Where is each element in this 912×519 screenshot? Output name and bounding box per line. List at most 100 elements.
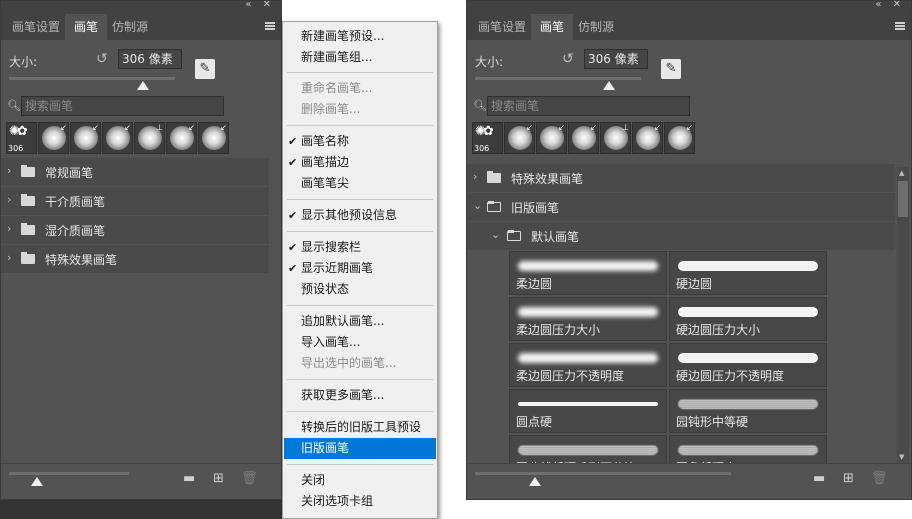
tab-bar: 画笔设置 画笔 仿制源 bbox=[1, 12, 281, 40]
chevron-right-icon[interactable]: › bbox=[7, 164, 11, 177]
preview-size-slider-track[interactable] bbox=[9, 472, 129, 475]
menu-item-legacy-brushes[interactable]: 旧版画笔 bbox=[284, 438, 436, 459]
recent-brush[interactable]: ↙ bbox=[568, 122, 599, 154]
chevron-right-icon[interactable]: › bbox=[7, 251, 11, 264]
search-input[interactable] bbox=[21, 96, 224, 116]
new-brush-icon[interactable]: ⊞ bbox=[843, 471, 854, 486]
scrollbar-thumb[interactable] bbox=[898, 181, 908, 217]
menu-item-label: 新建画笔组... bbox=[301, 50, 373, 64]
tab-brush-settings[interactable]: 画笔设置 bbox=[469, 14, 535, 40]
brush-tile[interactable]: 硬边圆 bbox=[669, 251, 827, 295]
brush-tile[interactable]: 圆点硬 bbox=[509, 389, 667, 433]
recent-brush[interactable]: ↙ bbox=[166, 122, 197, 154]
trash-icon[interactable]: 🗑︎ bbox=[241, 471, 258, 486]
reset-size-icon[interactable]: ↺ bbox=[562, 51, 574, 67]
menu-item-label: 画笔笔尖 bbox=[301, 176, 350, 190]
size-slider-track[interactable] bbox=[475, 77, 641, 80]
brush-group-row[interactable]: › 常规画笔 bbox=[1, 158, 269, 186]
size-input[interactable]: 306 像素 bbox=[584, 49, 648, 69]
recent-brush[interactable]: ↙ bbox=[632, 122, 663, 154]
brush-subgroup-row[interactable]: ⌄ 默认画笔 bbox=[467, 222, 895, 250]
tab-brush[interactable]: 画笔 bbox=[531, 14, 574, 40]
hard-stroke-preview bbox=[678, 353, 818, 363]
menu-item-preset-status[interactable]: 预设状态 bbox=[284, 279, 436, 300]
menu-item-import-brushes[interactable]: 导入画笔... bbox=[284, 332, 436, 353]
menu-item-new-brush-preset[interactable]: 新建画笔预设... bbox=[284, 26, 436, 47]
tab-clone-source[interactable]: 仿制源 bbox=[103, 14, 157, 40]
recent-brushes: ✺✿ 306 ↙ ↙ ↙ ⊥ ↙ ↙ bbox=[472, 122, 695, 154]
left-panel-underlay bbox=[0, 500, 282, 519]
menu-item-new-brush-group[interactable]: 新建画笔组... bbox=[284, 47, 436, 68]
search-input[interactable] bbox=[487, 96, 690, 116]
recent-brush[interactable]: ↙ bbox=[504, 122, 535, 154]
chevron-right-icon[interactable]: › bbox=[473, 170, 477, 183]
recent-brush-splatter[interactable]: ✺✿ 306 bbox=[6, 122, 37, 154]
chevron-down-icon[interactable]: ⌄ bbox=[491, 228, 500, 241]
brush-tile[interactable]: 园钝形中等硬 bbox=[669, 389, 827, 433]
brush-tile[interactable]: 柔边圆压力不透明度 bbox=[509, 343, 667, 387]
brush-settings-edit-button[interactable]: ✎ bbox=[195, 59, 215, 79]
recent-brush[interactable]: ↙ bbox=[102, 122, 133, 154]
menu-item-close[interactable]: 关闭 bbox=[284, 470, 436, 491]
size-input[interactable]: 306 像素 bbox=[118, 49, 182, 69]
brush-tile[interactable]: 硬边圆压力不透明度 bbox=[669, 343, 827, 387]
size-slider-track[interactable] bbox=[9, 77, 175, 80]
brush-group-row[interactable]: › 干介质画笔 bbox=[1, 187, 269, 215]
new-brush-icon[interactable]: ⊞ bbox=[213, 471, 224, 486]
scroll-down-icon[interactable]: ▼ bbox=[899, 453, 904, 461]
preview-size-slider-thumb[interactable] bbox=[31, 477, 43, 486]
menu-item-show-search-bar[interactable]: ✔ 显示搜索栏 bbox=[284, 237, 436, 258]
brush-group-row[interactable]: ⌄ 旧版画笔 bbox=[467, 193, 895, 221]
trash-icon[interactable]: 🗑︎ bbox=[871, 471, 888, 486]
vertical-scrollbar[interactable]: ▲ ▼ bbox=[897, 167, 909, 463]
menu-item-show-recent-brushes[interactable]: ✔ 显示近期画笔 bbox=[284, 258, 436, 279]
preview-size-slider-thumb[interactable] bbox=[529, 477, 541, 486]
recent-brush[interactable]: ⊥ bbox=[600, 122, 631, 154]
recent-brush[interactable]: ↙ bbox=[70, 122, 101, 154]
chevron-right-icon[interactable]: › bbox=[7, 193, 11, 206]
brush-group-row[interactable]: › 特殊效果画笔 bbox=[1, 245, 269, 273]
brush-group-list: › 特殊效果画笔 ⌄ 旧版画笔 ⌄ 默认画笔 bbox=[467, 164, 895, 251]
brush-tile[interactable]: 硬边圆压力大小 bbox=[669, 297, 827, 341]
menu-item-brush-stroke[interactable]: ✔ 画笔描边 bbox=[284, 152, 436, 173]
brush-group-label: 特殊效果画笔 bbox=[511, 172, 584, 186]
menu-item-brush-tip[interactable]: 画笔笔尖 bbox=[284, 173, 436, 194]
brush-tile[interactable]: 柔边圆压力大小 bbox=[509, 297, 667, 341]
scroll-up-icon[interactable]: ▲ bbox=[899, 169, 904, 177]
panel-menu-icon[interactable] bbox=[895, 22, 905, 30]
recent-brush[interactable]: ↙ bbox=[38, 122, 69, 154]
new-group-folder-icon[interactable]: ▬ bbox=[183, 471, 195, 486]
brush-group-row[interactable]: › 特殊效果画笔 bbox=[467, 164, 895, 192]
chevron-down-icon[interactable]: ⌄ bbox=[473, 199, 482, 212]
collapse-close-icons[interactable]: « ✕ bbox=[875, 1, 905, 10]
menu-item-delete-brush[interactable]: 删除画笔... bbox=[284, 99, 436, 120]
chevron-right-icon[interactable]: › bbox=[7, 222, 11, 235]
recent-brush[interactable]: ⊥ bbox=[134, 122, 165, 154]
collapse-close-icons[interactable]: « ✕ bbox=[245, 1, 275, 10]
recent-brush[interactable]: ↙ bbox=[536, 122, 567, 154]
menu-item-close-tab-group[interactable]: 关闭选项卡组 bbox=[284, 491, 436, 512]
preview-size-slider-track[interactable] bbox=[475, 472, 731, 475]
brush-settings-edit-button[interactable]: ✎ bbox=[661, 59, 681, 79]
menu-item-converted-legacy-presets[interactable]: 转换后的旧版工具预设 bbox=[284, 417, 436, 438]
menu-item-rename-brush[interactable]: 重命名画笔... bbox=[284, 78, 436, 99]
tab-clone-source[interactable]: 仿制源 bbox=[569, 14, 623, 40]
reset-size-icon[interactable]: ↺ bbox=[96, 51, 108, 67]
size-slider-thumb[interactable] bbox=[137, 81, 149, 90]
menu-item-label: 显示近期画笔 bbox=[301, 261, 374, 275]
panel-menu-icon[interactable] bbox=[265, 22, 275, 30]
size-slider-thumb[interactable] bbox=[603, 81, 615, 90]
brush-group-row[interactable]: › 湿介质画笔 bbox=[1, 216, 269, 244]
recent-brush[interactable]: ↙ bbox=[198, 122, 229, 154]
menu-item-brush-name[interactable]: ✔ 画笔名称 bbox=[284, 131, 436, 152]
brush-tile[interactable]: 柔边圆 bbox=[509, 251, 667, 295]
recent-brush-splatter[interactable]: ✺✿ 306 bbox=[472, 122, 503, 154]
tab-brush[interactable]: 画笔 bbox=[65, 14, 108, 40]
new-group-folder-icon[interactable]: ▬ bbox=[813, 471, 825, 486]
tab-brush-settings[interactable]: 画笔设置 bbox=[3, 14, 69, 40]
menu-item-show-preset-info[interactable]: ✔ 显示其他预设信息 bbox=[284, 205, 436, 226]
menu-item-get-more-brushes[interactable]: 获取更多画笔... bbox=[284, 385, 436, 406]
recent-brush[interactable]: ↙ bbox=[664, 122, 695, 154]
menu-item-append-default-brushes[interactable]: 追加默认画笔... bbox=[284, 311, 436, 332]
menu-item-export-selected[interactable]: 导出选中的画笔... bbox=[284, 353, 436, 374]
